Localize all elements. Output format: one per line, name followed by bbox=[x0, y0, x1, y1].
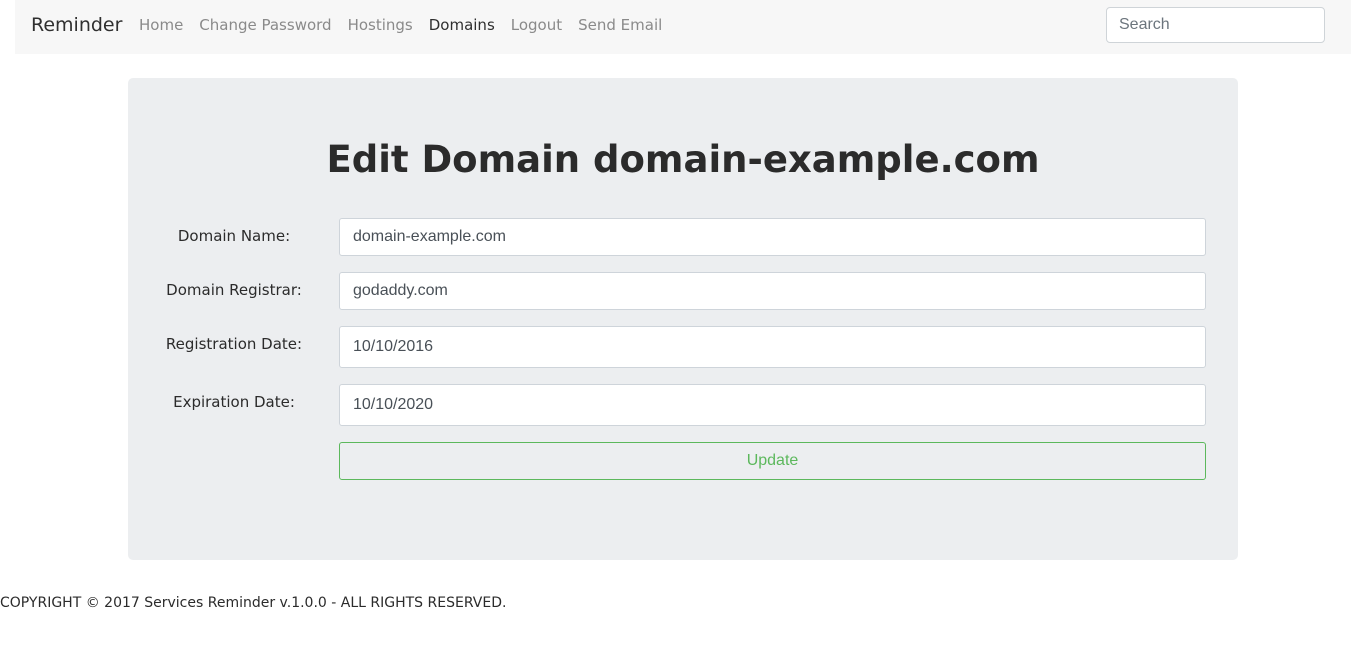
domain-name-input[interactable] bbox=[339, 218, 1206, 256]
registration-date-label: Registration Date: bbox=[165, 335, 303, 353]
nav-link-logout[interactable]: Logout bbox=[511, 16, 562, 34]
nav-link-domains[interactable]: Domains bbox=[429, 16, 495, 34]
domain-registrar-input[interactable] bbox=[339, 272, 1206, 310]
nav-link-send-email[interactable]: Send Email bbox=[578, 16, 662, 34]
brand-link[interactable]: Reminder bbox=[31, 14, 122, 36]
expiration-date-input[interactable] bbox=[339, 384, 1206, 426]
nav-link-hostings[interactable]: Hostings bbox=[348, 16, 413, 34]
nav-link-change-password[interactable]: Change Password bbox=[199, 16, 331, 34]
page-title: Edit Domain domain-example.com bbox=[326, 138, 1040, 181]
edit-domain-panel: Edit Domain domain-example.com Domain Na… bbox=[128, 78, 1238, 560]
domain-registrar-label: Domain Registrar: bbox=[166, 281, 302, 299]
nav-links: Home Change Password Hostings Domains Lo… bbox=[139, 16, 678, 34]
footer-copyright: COPYRIGHT © 2017 Services Reminder v.1.0… bbox=[0, 595, 507, 611]
nav-link-home[interactable]: Home bbox=[139, 16, 183, 34]
registration-date-input[interactable] bbox=[339, 326, 1206, 368]
search-input[interactable] bbox=[1106, 7, 1325, 43]
update-button[interactable]: Update bbox=[339, 442, 1206, 480]
expiration-date-label: Expiration Date: bbox=[173, 393, 295, 411]
domain-name-label: Domain Name: bbox=[177, 227, 291, 245]
navbar: Reminder Home Change Password Hostings D… bbox=[15, 0, 1351, 54]
